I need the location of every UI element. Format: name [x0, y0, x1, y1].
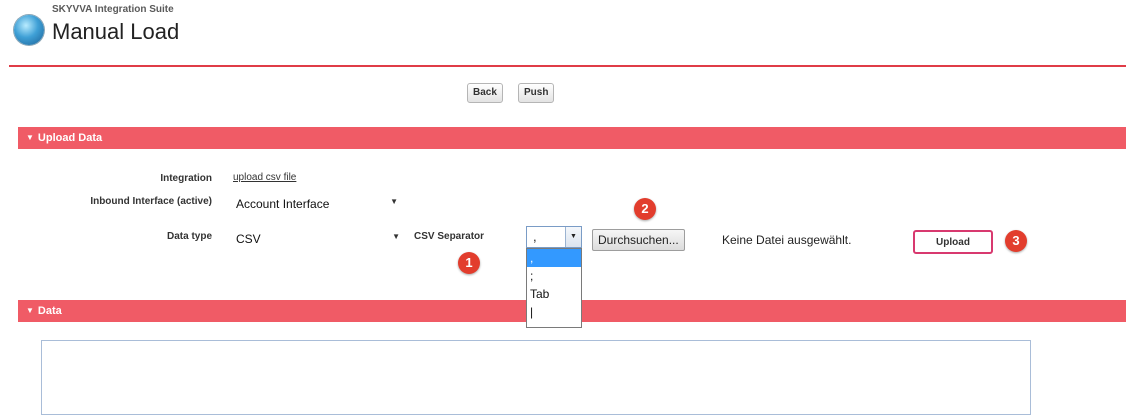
page-title: Manual Load — [52, 19, 180, 44]
app-name: SKYVVA Integration Suite — [52, 4, 174, 15]
section-title: Upload Data — [37, 132, 103, 144]
data-textarea[interactable] — [41, 340, 1031, 415]
step-marker-2: 2 — [634, 198, 656, 220]
inbound-interface-label: Inbound Interface (active) — [90, 196, 212, 207]
section-title: Data — [37, 305, 62, 317]
integration-link[interactable]: upload csv file — [233, 172, 296, 183]
inbound-interface-select[interactable]: Account Interface ▼ — [234, 194, 402, 214]
integration-label: Integration — [160, 173, 212, 184]
data-type-select[interactable]: CSV ▼ — [234, 229, 404, 249]
dropdown-option[interactable]: | — [527, 303, 581, 321]
browse-file-button[interactable]: Durchsuchen... — [592, 229, 685, 251]
step-marker-3: 3 — [1005, 230, 1027, 252]
file-status-text: Keine Datei ausgewählt. — [722, 233, 852, 247]
dropdown-option[interactable]: ; — [527, 267, 581, 285]
collapse-triangle-icon: ▼ — [26, 306, 34, 315]
data-type-label: Data type — [166, 231, 212, 242]
step-marker-1: 1 — [458, 252, 480, 274]
csv-separator-select[interactable]: , ▼ — [526, 226, 582, 248]
csv-separator-label: CSV Separator — [414, 231, 485, 242]
dropdown-option[interactable]: Tab — [527, 285, 581, 303]
chevron-down-icon: ▼ — [392, 232, 400, 241]
csv-separator-dropdown: , ; Tab | — [526, 248, 582, 328]
collapse-triangle-icon: ▼ — [26, 133, 34, 142]
push-button[interactable]: Push — [518, 83, 555, 103]
chevron-down-icon[interactable]: ▼ — [565, 227, 581, 247]
inbound-interface-value: Account Interface — [236, 197, 330, 211]
dropdown-option[interactable]: , — [527, 249, 581, 267]
chevron-down-icon: ▼ — [390, 197, 398, 206]
title-divider — [9, 65, 1126, 67]
data-type-value: CSV — [236, 232, 261, 246]
back-button[interactable]: Back — [467, 83, 503, 103]
section-header-upload-data[interactable]: ▼ Upload Data — [18, 127, 1126, 149]
csv-separator-value: , — [533, 229, 537, 244]
upload-button[interactable]: Upload — [913, 230, 993, 254]
app-logo-icon — [14, 15, 44, 45]
